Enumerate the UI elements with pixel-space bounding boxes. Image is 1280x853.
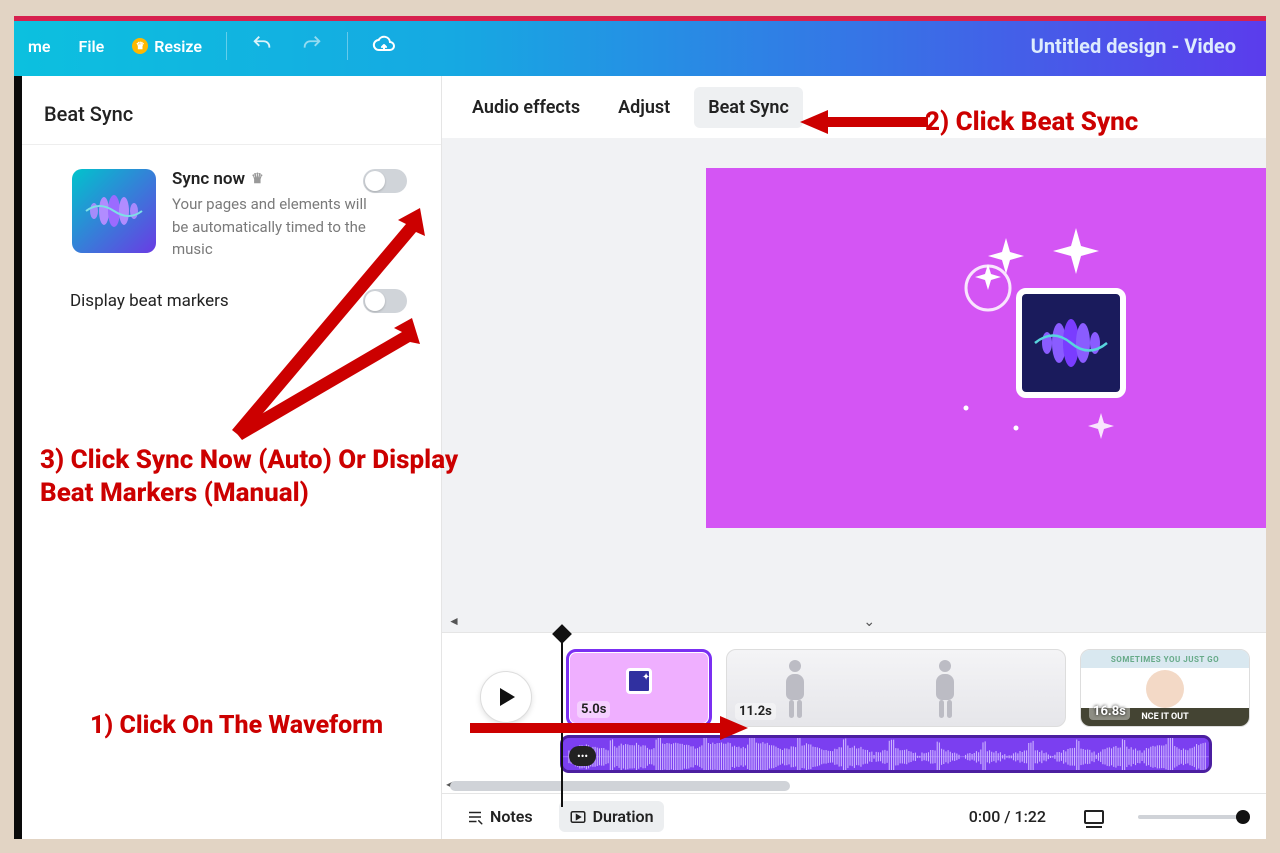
zoom-slider-handle[interactable] [1236,810,1250,824]
timeline-scrollbar[interactable]: ◄ [446,779,1266,793]
notes-icon [466,808,484,826]
undo-icon [251,33,273,55]
collapse-chevron-icon[interactable]: ⌄ [863,614,875,630]
resize-label: Resize [154,37,202,56]
beat-sync-panel: Beat Sync [14,76,442,839]
duration-label: Duration [593,807,654,826]
toolbar-separator [226,32,227,60]
audio-clip-label: ••• [569,746,596,766]
toggle-knob [365,291,385,311]
premium-crown-icon: ♛ [251,171,264,187]
play-icon [500,688,515,706]
app-toolbar: me File ♛ Resize Untitled design - Video [14,16,1266,76]
toggle-knob [365,171,385,191]
tab-adjust[interactable]: Adjust [604,87,684,128]
design-canvas[interactable] [706,168,1266,528]
waveform-icon [1031,318,1111,368]
sparkle-decoration [706,168,1266,528]
scroll-left-arrow-icon[interactable]: ◄ [448,614,460,628]
duration-icon [569,808,587,826]
timeline-clip-3[interactable]: SOMETIMES YOU JUST GO NCE IT OUT 16.8s [1080,649,1250,727]
timeline-footer: Notes Duration 0:00 / 1:22 [442,793,1266,839]
resize-menu[interactable]: ♛ Resize [118,31,216,62]
view-mode-button[interactable] [1084,810,1104,824]
zoom-slider[interactable] [1138,815,1248,819]
clip-duration: 11.2s [735,703,776,720]
playback-time: 0:00 / 1:22 [969,807,1046,826]
file-menu[interactable]: File [65,31,119,62]
clip-duration: 16.8s [1089,703,1130,720]
cloud-icon [372,32,396,56]
clip-duration: 5.0s [577,701,610,718]
audio-tabs: Audio effects Adjust Beat Sync [442,76,1266,138]
panel-edge [14,76,22,839]
sync-now-icon [72,169,156,253]
notes-label: Notes [490,807,533,826]
display-beat-markers-toggle[interactable] [363,289,407,313]
play-button[interactable] [480,671,532,723]
redo-button[interactable] [287,27,337,65]
clip-face-thumb [1146,670,1184,708]
timeline: ✦ 5.0s 11.2s SOMETIMES YOU JUST GO NCE I… [442,632,1266,839]
sync-now-toggle[interactable] [363,169,407,193]
timeline-clip-2[interactable]: 11.2s [726,649,1066,727]
crown-icon: ♛ [132,38,148,54]
redo-icon [301,33,323,55]
tab-audio-effects[interactable]: Audio effects [458,87,594,128]
home-menu[interactable]: me [14,31,65,62]
toolbar-separator [347,32,348,60]
canvas-sync-card[interactable] [1016,288,1126,398]
notes-button[interactable]: Notes [456,801,543,832]
sync-now-description: Your pages and elements will be automati… [172,193,382,261]
cloud-sync-button[interactable] [358,26,410,66]
panel-title: Beat Sync [14,76,441,145]
sync-now-title: Sync now [172,169,245,189]
waveform-icon [84,195,144,227]
canvas-area[interactable]: ◄ ⌄ [442,138,1266,632]
audio-waveform-clip[interactable]: ••• [560,735,1212,773]
undo-button[interactable] [237,27,287,65]
clip-caption-top: SOMETIMES YOU JUST GO [1081,650,1249,668]
duration-button[interactable]: Duration [559,801,664,832]
timeline-clip-1[interactable]: ✦ 5.0s [566,649,712,727]
scrollbar-thumb[interactable] [450,781,790,791]
display-beat-markers-label: Display beat markers [70,291,229,311]
tab-beat-sync[interactable]: Beat Sync [694,87,803,128]
design-title[interactable]: Untitled design - Video [1031,34,1236,58]
editor-content: Audio effects Adjust Beat Sync [442,76,1266,839]
